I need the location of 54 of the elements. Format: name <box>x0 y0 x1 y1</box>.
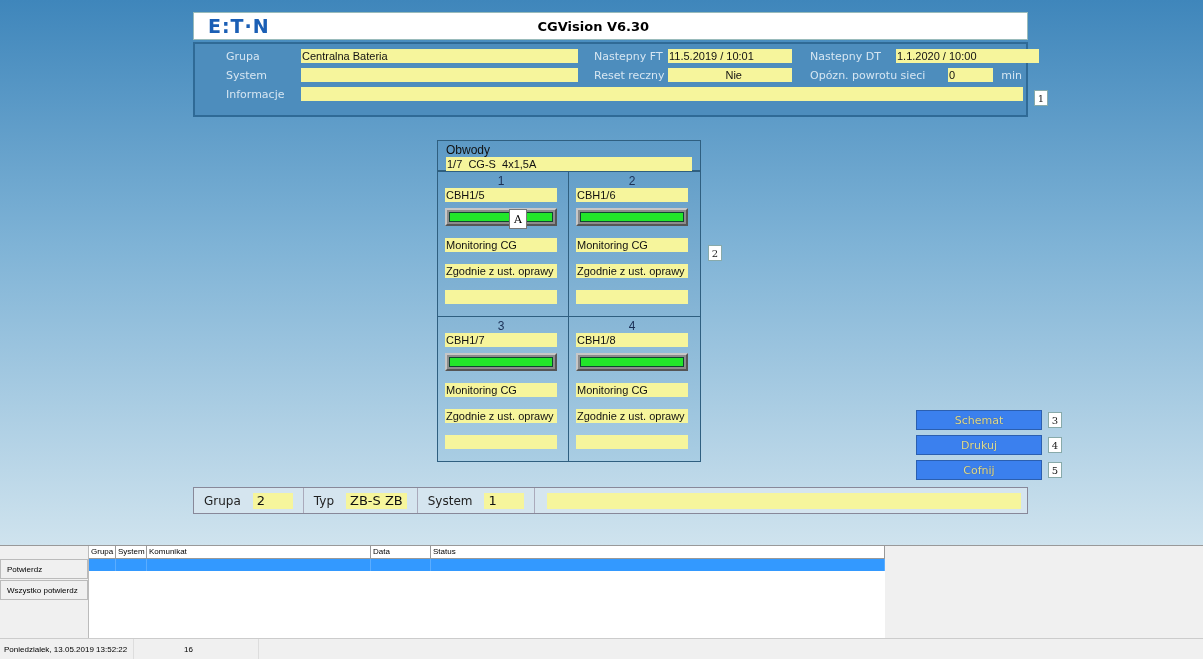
value-field: 1 <box>484 492 525 509</box>
text-field[interactable]: CBH1/6 <box>576 188 688 202</box>
text-field[interactable]: Monitoring CG <box>445 238 557 252</box>
text-field[interactable]: CBH1/7 <box>445 333 557 347</box>
value-field: 2 <box>252 492 293 509</box>
marker-label: 5 <box>1048 462 1062 478</box>
text-field[interactable]: CBH1/5 <box>445 188 557 202</box>
unit-label: min <box>1001 68 1022 82</box>
text-field[interactable]: CBH1/8 <box>576 333 688 347</box>
column-header: Data <box>371 546 431 559</box>
circuit-number: 1 <box>496 175 506 188</box>
text-field[interactable]: 1.1.2020 / 10:00 <box>896 49 1039 63</box>
column-header: System <box>116 546 147 559</box>
text-field[interactable]: Zgodnie z ust. oprawy <box>445 264 557 278</box>
circuit-number: 2 <box>627 175 637 188</box>
marker-label: 3 <box>1048 412 1062 428</box>
acknowledge-button[interactable]: Potwierdz <box>0 559 88 579</box>
text-field[interactable]: 0 <box>948 68 993 82</box>
text-field[interactable]: 1/7 CG-S 4x1,5A <box>446 157 692 171</box>
status-text: 16 <box>134 639 259 659</box>
field-label: System <box>427 493 473 508</box>
acknowledge-button[interactable]: Wszystko potwierdz <box>0 580 88 600</box>
field-label: Informacje <box>226 87 286 101</box>
text-field[interactable]: Monitoring CG <box>445 383 557 397</box>
brand-logo: E:T·N <box>208 15 270 37</box>
field-label: Grupa <box>226 49 261 63</box>
text-field[interactable]: Nie <box>668 68 792 82</box>
field-label: Opózn. powrotu sieci <box>810 68 927 82</box>
field-label: Nastepny FT <box>594 49 664 63</box>
status-text: Poniedzialek, 13.05.2019 13:52:22 <box>0 639 134 659</box>
text-field[interactable]: Centralna Bateria <box>301 49 578 63</box>
text-field[interactable]: Zgodnie z ust. oprawy <box>576 264 688 278</box>
text-field[interactable]: Zgodnie z ust. oprawy <box>445 409 557 423</box>
column-header: Status <box>431 546 885 559</box>
field-label: Grupa <box>204 493 241 508</box>
marker-label: 4 <box>1048 437 1062 453</box>
value-field: ZB-S ZB <box>346 492 407 509</box>
marker-label: 1 <box>1034 90 1048 106</box>
field-label: Nastepny DT <box>810 49 882 63</box>
field-label: System <box>226 68 269 82</box>
text-field[interactable]: Monitoring CG <box>576 238 688 252</box>
field-label: Reset reczny <box>594 68 666 82</box>
app-title: CGVision V6.30 <box>536 18 651 34</box>
text-field[interactable]: 11.5.2019 / 10:01 <box>668 49 792 63</box>
panel-title: Obwody <box>446 144 492 157</box>
status-badge: A <box>509 209 527 229</box>
circuit-number: 3 <box>496 320 506 333</box>
circuit-number: 4 <box>627 320 637 333</box>
marker-label: 2 <box>708 245 722 261</box>
field-label: Typ <box>313 493 334 508</box>
column-header: Komunikat <box>147 546 371 559</box>
text-field[interactable]: Zgodnie z ust. oprawy <box>576 409 688 423</box>
column-header: Grupa <box>89 546 116 559</box>
text-field[interactable]: Monitoring CG <box>576 383 688 397</box>
